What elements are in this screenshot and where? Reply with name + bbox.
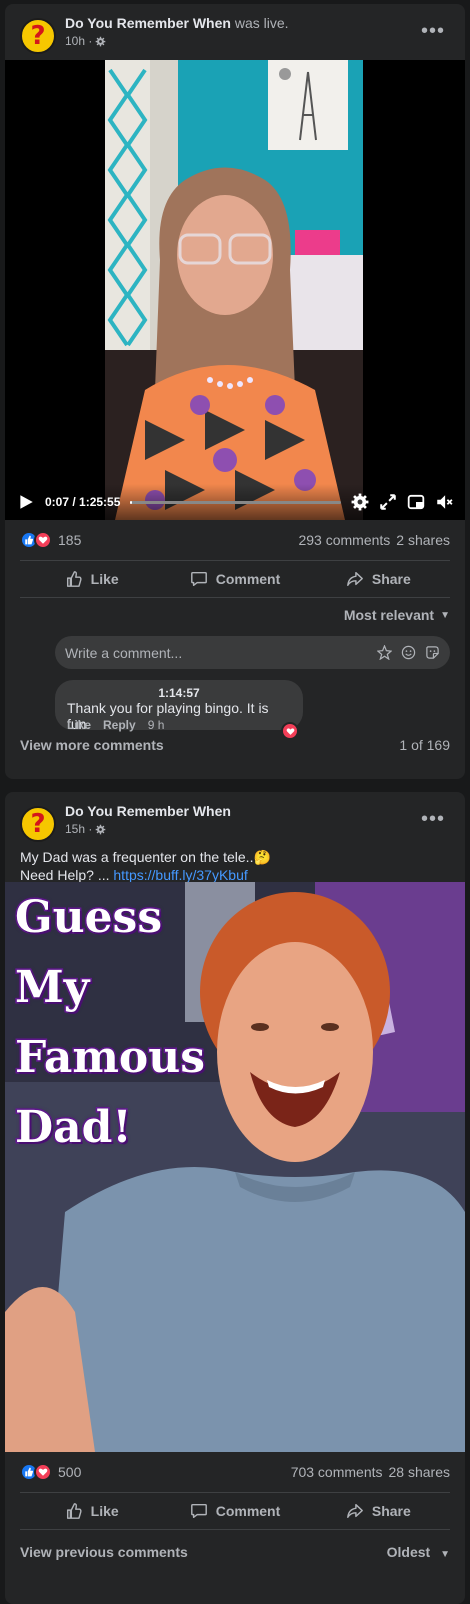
post-link[interactable]: https://buff.ly/37yKbuf xyxy=(113,867,247,883)
video-progress xyxy=(130,500,133,504)
comment-sort-dropdown[interactable]: Oldest ▼ xyxy=(387,1544,450,1560)
thumbs-up-icon xyxy=(66,571,82,587)
comment-reply-link[interactable]: Reply xyxy=(103,718,136,732)
share-arrow-icon xyxy=(346,571,363,587)
video-controls: 0:07 / 1:25:55 xyxy=(5,484,465,520)
fullscreen-icon[interactable] xyxy=(379,493,397,511)
comment-like-link[interactable]: Like xyxy=(67,718,91,732)
play-icon[interactable] xyxy=(17,493,35,511)
comments-count-link[interactable]: 703 comments xyxy=(291,1464,383,1480)
comment-button[interactable]: Comment xyxy=(163,561,306,597)
post-text: My Dad was a frequenter on the tele..🤔 N… xyxy=(5,848,465,883)
post-stats: 500 703 comments 28 shares xyxy=(5,1452,465,1492)
comment-button[interactable]: Comment xyxy=(163,1493,306,1529)
share-button[interactable]: Share xyxy=(307,561,450,597)
like-button[interactable]: Like xyxy=(20,561,163,597)
video-player[interactable]: 0:07 / 1:25:55 xyxy=(5,60,465,520)
page-name-link[interactable]: Do You Remember When xyxy=(65,803,231,819)
live-video-post: ? Do You Remember When was live. 10h · •… xyxy=(5,4,465,779)
comment-label: Comment xyxy=(215,1503,281,1519)
post-header: ? Do You Remember When was live. 10h · •… xyxy=(5,4,465,60)
write-comment-placeholder: Write a comment... xyxy=(65,644,183,661)
picture-in-picture-icon[interactable] xyxy=(407,493,425,511)
share-label: Share xyxy=(371,571,411,587)
question-mark-icon: ? xyxy=(30,809,46,839)
love-reaction-icon xyxy=(34,1463,52,1481)
video-frame xyxy=(105,60,363,520)
view-more-comments-link[interactable]: View more comments xyxy=(20,737,164,753)
comment-age[interactable]: 9 h xyxy=(148,718,165,732)
muted-volume-icon[interactable] xyxy=(435,493,453,511)
more-options-icon[interactable]: ••• xyxy=(421,20,445,43)
comment-video-timestamp[interactable]: 1:14:57 xyxy=(67,686,291,700)
gear-icon xyxy=(96,824,106,834)
live-status-text: was live. xyxy=(234,15,289,31)
post-actions: Like Comment Share xyxy=(20,560,450,598)
caret-down-icon: ▼ xyxy=(440,1549,450,1560)
post-time[interactable]: 15h · xyxy=(65,822,92,836)
view-previous-row: View previous comments Oldest ▼ xyxy=(20,1544,450,1560)
post-meta: 10h · xyxy=(65,34,106,48)
view-more-comments-row: View more comments 1 of 169 xyxy=(20,737,450,753)
sort-label: Oldest xyxy=(386,1544,431,1560)
comment-label: Comment xyxy=(215,571,281,587)
image-caption-line-1: Guess xyxy=(13,891,163,945)
page-name-link[interactable]: Do You Remember When xyxy=(65,15,231,31)
image-post: ? Do You Remember When 15h · ••• My Dad … xyxy=(5,792,465,1604)
settings-gear-icon[interactable] xyxy=(351,493,369,511)
write-comment-input[interactable]: Write a comment... xyxy=(55,636,450,669)
post-text-prefix: Need Help? ... xyxy=(20,867,114,883)
page-avatar[interactable]: ? xyxy=(20,18,56,54)
reaction-count: 185 xyxy=(58,532,82,548)
post-text-line-1: My Dad was a frequenter on the tele..🤔 xyxy=(20,849,271,865)
video-scrubber[interactable] xyxy=(130,500,341,504)
reactions-summary[interactable]: 185 xyxy=(20,531,81,549)
post-author-line: Do You Remember When was live. xyxy=(65,15,289,31)
comments-count-link[interactable]: 293 comments xyxy=(298,532,390,548)
thumbs-up-icon xyxy=(66,1503,82,1519)
share-button[interactable]: Share xyxy=(307,1493,450,1529)
view-previous-comments-link[interactable]: View previous comments xyxy=(20,1544,188,1560)
love-reaction-icon xyxy=(34,531,52,549)
image-caption-line-2: My xyxy=(13,961,90,1015)
comment-actions: Like Reply 9 h xyxy=(67,718,164,732)
shares-count-link[interactable]: 2 shares xyxy=(396,532,450,548)
video-time: 0:07 / 1:25:55 xyxy=(45,495,121,509)
question-mark-icon: ? xyxy=(30,21,46,51)
like-label: Like xyxy=(90,571,119,587)
like-label: Like xyxy=(90,1503,119,1519)
share-arrow-icon xyxy=(346,1503,363,1519)
shares-count-link[interactable]: 28 shares xyxy=(389,1464,450,1480)
sort-label: Most relevant xyxy=(343,607,435,623)
more-options-icon[interactable]: ••• xyxy=(421,808,445,831)
sticker-icon[interactable] xyxy=(425,645,440,660)
avatar-sticker-icon[interactable] xyxy=(377,645,392,660)
like-button[interactable]: Like xyxy=(20,1493,163,1529)
gear-icon xyxy=(96,36,106,46)
image-caption-line-3: Famous xyxy=(13,1031,206,1085)
comment-sort-dropdown[interactable]: Most relevant ▼ xyxy=(5,598,465,632)
reactions-summary[interactable]: 500 xyxy=(20,1463,81,1481)
comment-page-count: 1 of 169 xyxy=(399,737,450,753)
write-comment-row: Write a comment... xyxy=(5,632,465,674)
page-avatar[interactable]: ? xyxy=(20,806,56,842)
post-stats: 185 293 comments 2 shares xyxy=(5,520,465,560)
post-image[interactable]: Guess My Famous Dad! xyxy=(5,882,465,1452)
post-author-line: Do You Remember When xyxy=(65,803,231,819)
comment-icon xyxy=(190,1503,207,1519)
share-label: Share xyxy=(371,1503,411,1519)
caret-down-icon: ▼ xyxy=(440,609,450,621)
post-actions: Like Comment Share xyxy=(20,1492,450,1530)
comment-icon xyxy=(190,571,207,587)
post-header: ? Do You Remember When 15h · ••• xyxy=(5,792,465,848)
emoji-icon[interactable] xyxy=(401,645,416,660)
post-meta: 15h · xyxy=(65,822,106,836)
image-caption-line-4: Dad! xyxy=(14,1101,134,1155)
post-time[interactable]: 10h · xyxy=(65,34,92,48)
reaction-count: 500 xyxy=(58,1464,82,1480)
